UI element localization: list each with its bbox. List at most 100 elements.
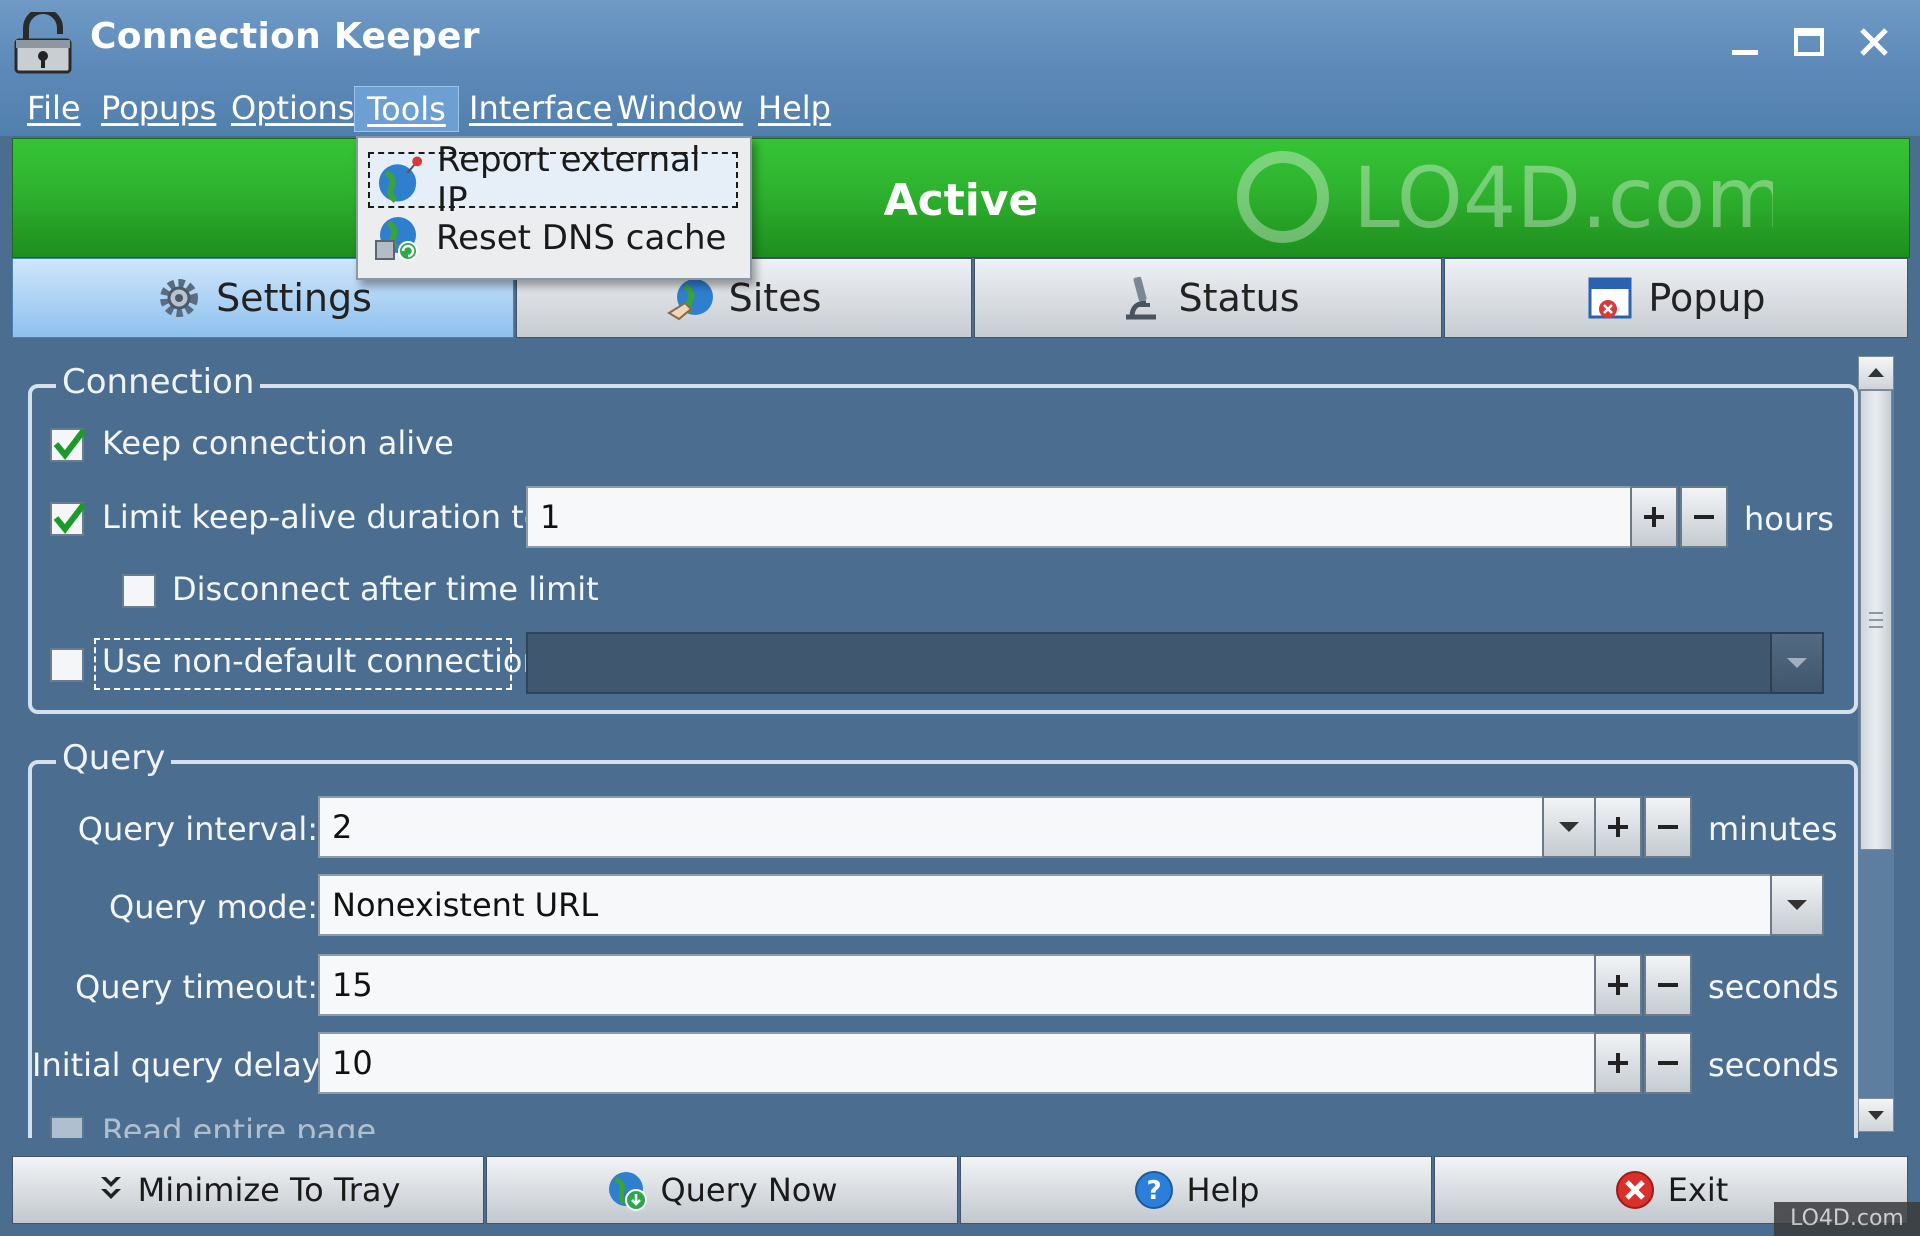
scroll-thumb[interactable] <box>1860 390 1892 850</box>
action-bar: Minimize To Tray Query Now ? Help Exit <box>12 1156 1908 1224</box>
settings-panel: Connection Keep connection alive Limit k… <box>12 340 1908 1138</box>
microscope-icon <box>1126 276 1157 320</box>
status-banner: LO4D.com Active <box>12 138 1910 258</box>
query-now-button[interactable]: Query Now <box>486 1156 958 1224</box>
plus-icon <box>1608 817 1628 837</box>
help-button[interactable]: ? Help <box>960 1156 1432 1224</box>
title-bar[interactable]: Connection Keeper <box>0 0 1920 78</box>
initial-delay-label: Initial query delay: <box>32 1046 330 1084</box>
non-default-connection-checkbox[interactable] <box>50 648 84 682</box>
initial-delay-decrement-button[interactable] <box>1644 1032 1692 1094</box>
tools-dropdown-menu: Report external IP Reset DNS cache <box>356 136 752 280</box>
chevron-down-icon <box>1559 822 1579 832</box>
minimize-window-icon[interactable] <box>1722 20 1766 64</box>
corner-watermark: LO4D.com <box>1774 1202 1920 1236</box>
limit-duration-decrement-button[interactable] <box>1680 486 1728 548</box>
scroll-up-button[interactable] <box>1858 356 1894 390</box>
menu-options[interactable]: Options <box>231 86 354 130</box>
query-timeout-input[interactable]: 15 <box>318 954 1608 1016</box>
query-now-label: Query Now <box>660 1171 838 1209</box>
read-entire-page-checkbox[interactable] <box>50 1116 84 1138</box>
limit-duration-checkbox[interactable] <box>50 502 87 536</box>
app-window: Connection Keeper File Popups Options To… <box>0 0 1920 1236</box>
globe-server-icon <box>375 217 418 261</box>
gear-icon <box>160 279 199 317</box>
disconnect-after-checkbox[interactable] <box>122 574 156 608</box>
chevron-down-icon <box>1787 900 1807 910</box>
minus-icon <box>1658 825 1678 829</box>
non-default-connection-label: Use non-default connection: <box>102 642 554 680</box>
maximize-window-icon[interactable] <box>1786 20 1830 64</box>
initial-delay-input[interactable]: 10 <box>318 1032 1608 1094</box>
menu-window[interactable]: Window <box>617 86 743 130</box>
menu-item-report-external-ip[interactable]: Report external IP <box>368 140 738 220</box>
svg-text:?: ? <box>1146 1176 1161 1206</box>
plus-icon <box>1608 1053 1628 1073</box>
menu-item-reset-dns-cache[interactable]: Reset DNS cache <box>368 210 738 266</box>
query-mode-select[interactable]: Nonexistent URL <box>318 874 1786 936</box>
query-timeout-decrement-button[interactable] <box>1644 954 1692 1016</box>
reset-dns-cache-label: Reset DNS cache <box>436 218 727 258</box>
chevron-up-icon <box>1868 368 1884 377</box>
initial-delay-unit: seconds <box>1708 1046 1839 1084</box>
vertical-scrollbar[interactable] <box>1858 356 1894 1132</box>
query-mode-dropdown-button[interactable] <box>1770 874 1824 936</box>
connection-legend: Connection <box>56 362 261 402</box>
chevron-down-icon <box>1787 658 1807 668</box>
chevron-down-icon <box>1868 1111 1884 1120</box>
padlock-icon <box>14 12 72 74</box>
initial-delay-increment-button[interactable] <box>1594 1032 1642 1094</box>
globe-hand-icon <box>666 279 713 321</box>
non-default-connection-select[interactable] <box>526 632 1786 694</box>
menu-tools[interactable]: Tools <box>354 86 459 132</box>
minus-icon <box>1658 1061 1678 1065</box>
window-title: Connection Keeper <box>90 16 480 57</box>
keep-alive-label: Keep connection alive <box>102 424 454 462</box>
globe-refresh-icon <box>609 1172 648 1211</box>
query-timeout-unit: seconds <box>1708 968 1839 1006</box>
tab-bar: Settings Sites Status Popup <box>12 258 1908 340</box>
keep-alive-checkbox[interactable] <box>50 428 87 462</box>
plus-icon <box>1644 507 1664 527</box>
help-circle-icon: ? <box>1134 1171 1173 1209</box>
close-window-icon[interactable] <box>1852 20 1896 64</box>
read-entire-page-label: Read entire page <box>102 1112 377 1138</box>
globe-pin-icon <box>378 156 423 203</box>
query-interval-label: Query interval: <box>77 810 318 848</box>
scroll-track[interactable] <box>1858 390 1894 1098</box>
query-interval-unit: minutes <box>1708 810 1838 848</box>
limit-duration-increment-button[interactable] <box>1630 486 1678 548</box>
query-timeout-label: Query timeout: <box>75 968 318 1006</box>
exit-label: Exit <box>1667 1171 1729 1209</box>
menu-popups[interactable]: Popups <box>101 86 216 130</box>
limit-duration-label: Limit keep-alive duration to: <box>102 498 555 536</box>
non-default-connection-dropdown-button[interactable] <box>1770 632 1824 694</box>
query-interval-dropdown-button[interactable] <box>1542 796 1596 858</box>
minimize-to-tray-button[interactable]: Minimize To Tray <box>12 1156 484 1224</box>
limit-duration-unit: hours <box>1744 500 1834 538</box>
help-label: Help <box>1186 1171 1260 1209</box>
tab-status[interactable]: Status <box>974 258 1442 338</box>
limit-duration-input[interactable]: 1 <box>526 486 1642 548</box>
query-interval-increment-button[interactable] <box>1594 796 1642 858</box>
tab-popup[interactable]: Popup <box>1444 258 1908 338</box>
close-circle-icon <box>1615 1171 1654 1209</box>
tab-status-label: Status <box>1178 276 1300 320</box>
tab-settings-label: Settings <box>216 276 372 320</box>
checkmark-icon <box>53 502 87 534</box>
menu-file[interactable]: File <box>27 86 81 130</box>
double-chevron-down-icon <box>100 1177 121 1199</box>
query-timeout-increment-button[interactable] <box>1594 954 1642 1016</box>
query-interval-decrement-button[interactable] <box>1644 796 1692 858</box>
scroll-down-button[interactable] <box>1858 1098 1894 1132</box>
connection-status-text: Active <box>883 175 1039 226</box>
report-external-ip-label: Report external IP <box>437 140 701 220</box>
minus-icon <box>1694 515 1714 519</box>
query-interval-input[interactable]: 2 <box>318 796 1556 858</box>
query-legend: Query <box>56 738 172 778</box>
disconnect-after-label: Disconnect after time limit <box>172 570 599 608</box>
menu-help[interactable]: Help <box>758 86 831 130</box>
tab-popup-label: Popup <box>1648 276 1766 320</box>
menu-interface[interactable]: Interface <box>469 86 612 130</box>
popup-window-icon <box>1588 277 1632 319</box>
